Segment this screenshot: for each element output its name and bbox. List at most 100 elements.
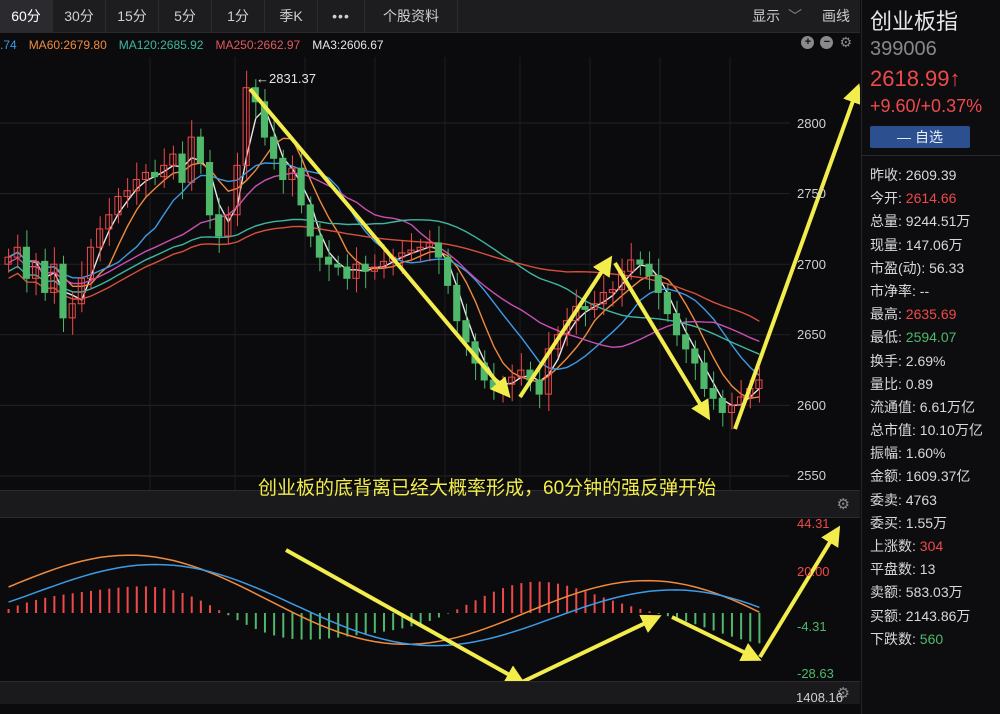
candle-body <box>361 263 369 272</box>
candle-body <box>663 291 671 315</box>
stat-label: 昨收: <box>870 167 902 183</box>
stat-value: 1609.37亿 <box>901 468 971 485</box>
ma3-legend: MA3:2606.67 <box>312 38 384 52</box>
stat-label: 平盘数: <box>870 561 916 578</box>
stat-label: 振幅: <box>870 445 902 462</box>
stat-label: 换手: <box>870 352 902 369</box>
stat-label: 委卖: <box>870 491 902 508</box>
stat-row: 总市值: 10.10万亿 <box>870 419 983 442</box>
quote-stats: 昨收: 2609.39 今开: 2614.66 总量: 9244.51万 现量: 14… <box>870 164 983 651</box>
zoom-in-icon[interactable]: + <box>801 36 815 49</box>
annotation-text: 创业板的底背离已经大概率形成，60分钟的强反弹开始 <box>258 478 717 499</box>
gear-icon[interactable]: ⚙ <box>837 495 850 513</box>
stat-row: 买额: 2143.86万 <box>870 605 983 628</box>
stat-value: 2635.69 <box>901 306 957 323</box>
ma-legend-partial: .74 <box>0 38 17 52</box>
stat-value: -- <box>915 282 930 299</box>
y-tick: 2700 <box>797 257 826 272</box>
candlestick-chart <box>0 57 860 490</box>
trend-arrows <box>248 83 860 430</box>
stat-label: 流通值: <box>870 398 916 415</box>
stat-row: 上涨数: 304 <box>870 535 983 558</box>
candle-body <box>581 306 589 310</box>
watchlist-label: 自选 <box>915 129 943 145</box>
macd-y-tick: -28.63 <box>797 666 834 681</box>
macd-y-tick: 44.31 <box>797 516 830 531</box>
macd-trend-arrow <box>285 548 526 681</box>
stat-row: 现量: 147.06万 <box>870 234 983 257</box>
gear-icon[interactable]: ⚙ <box>839 35 852 49</box>
minus-icon: — <box>897 129 911 145</box>
volume-y-tick: 1408.16 <box>796 690 843 705</box>
stat-row: 总量: 9244.51万 <box>870 210 983 233</box>
display-menu[interactable]: 显示 ﹀ <box>752 6 802 26</box>
candle-body <box>205 162 214 216</box>
candle-body <box>700 362 708 389</box>
stat-label: 金额: <box>870 468 902 485</box>
stat-label: 现量: <box>870 236 902 253</box>
stat-value: 2614.66 <box>901 190 957 207</box>
trend-arrow <box>518 255 613 399</box>
add-watchlist-button[interactable]: — 自选 <box>870 126 970 148</box>
candle-body <box>535 379 543 395</box>
candle-body <box>718 397 726 413</box>
y-tick: 2550 <box>797 468 826 483</box>
stat-row: 振幅: 1.60% <box>870 442 983 465</box>
chevron-down-icon: ﹀ <box>788 8 802 24</box>
stat-value: 2.69% <box>901 352 946 369</box>
panel-divider-bottom: ⚙ 1408.16 <box>0 681 860 705</box>
candle-body <box>645 263 653 276</box>
candle-body <box>279 157 287 180</box>
stat-value: 583.03万 <box>901 584 963 601</box>
more-periods-button[interactable]: ••• <box>318 0 365 32</box>
high-marker: ←2831.37 <box>256 71 316 86</box>
toolbar-right: 显示 ﹀ 画线 <box>742 0 860 32</box>
tab-1min[interactable]: 1分 <box>212 0 265 32</box>
period-toolbar: 60分 30分 15分 5分 1分 季K ••• 个股资料 显示 ﹀ 画线 <box>0 0 860 33</box>
stat-row: 最低: 2594.07 <box>870 326 983 349</box>
stat-label: 最高: <box>870 306 902 323</box>
tab-60min[interactable]: 60分 <box>0 0 53 32</box>
candle-body <box>444 256 452 286</box>
stat-value: 560 <box>915 630 944 647</box>
candle-body <box>22 246 30 279</box>
zoom-out-icon[interactable]: − <box>820 36 834 49</box>
y-tick: 2800 <box>797 116 826 131</box>
candle-body <box>636 259 644 265</box>
stat-label: 市净率: <box>870 282 916 299</box>
stat-row: 换手: 2.69% <box>870 350 983 373</box>
stat-value: 304 <box>915 538 944 554</box>
tab-quarter-k[interactable]: 季K <box>265 0 318 32</box>
y-tick: 2600 <box>797 398 826 413</box>
tab-30min[interactable]: 30分 <box>53 0 106 32</box>
stat-value: 147.06万 <box>901 236 963 253</box>
stat-label: 最低: <box>870 329 902 346</box>
candle-body <box>215 214 223 237</box>
macd-chart <box>7 525 841 681</box>
stat-value: 1.55万 <box>901 514 948 531</box>
candle-body <box>315 235 323 258</box>
stat-row: 今开: 2614.66 <box>870 187 983 210</box>
index-code: 399006 <box>870 38 937 60</box>
stat-value: 6.61万亿 <box>915 398 976 415</box>
chart-controls: + − ⚙ <box>801 35 852 49</box>
candle-body <box>59 263 67 319</box>
stat-value: 56.33 <box>925 259 965 276</box>
candle-body <box>682 334 690 350</box>
stat-row: 最高: 2635.69 <box>870 303 983 326</box>
macd-trend-arrow <box>758 525 841 659</box>
tab-15min[interactable]: 15分 <box>106 0 159 32</box>
stat-row: 下跌数: 560 <box>870 628 983 651</box>
stat-row: 委买: 1.55万 <box>870 512 983 535</box>
stock-info-button[interactable]: 个股资料 <box>365 0 458 32</box>
candle-body <box>434 242 443 258</box>
stat-value: 2594.07 <box>901 329 957 346</box>
stat-value: 9244.51万 <box>901 213 971 230</box>
stat-value: 0.89 <box>901 375 934 392</box>
stat-row: 委卖: 4763 <box>870 489 983 512</box>
stat-value: 10.10万亿 <box>915 422 983 439</box>
trend-arrow <box>248 87 511 399</box>
tab-5min[interactable]: 5分 <box>159 0 212 32</box>
stat-row: 市净率: -- <box>870 280 983 303</box>
draw-line-button[interactable]: 画线 <box>822 6 850 26</box>
